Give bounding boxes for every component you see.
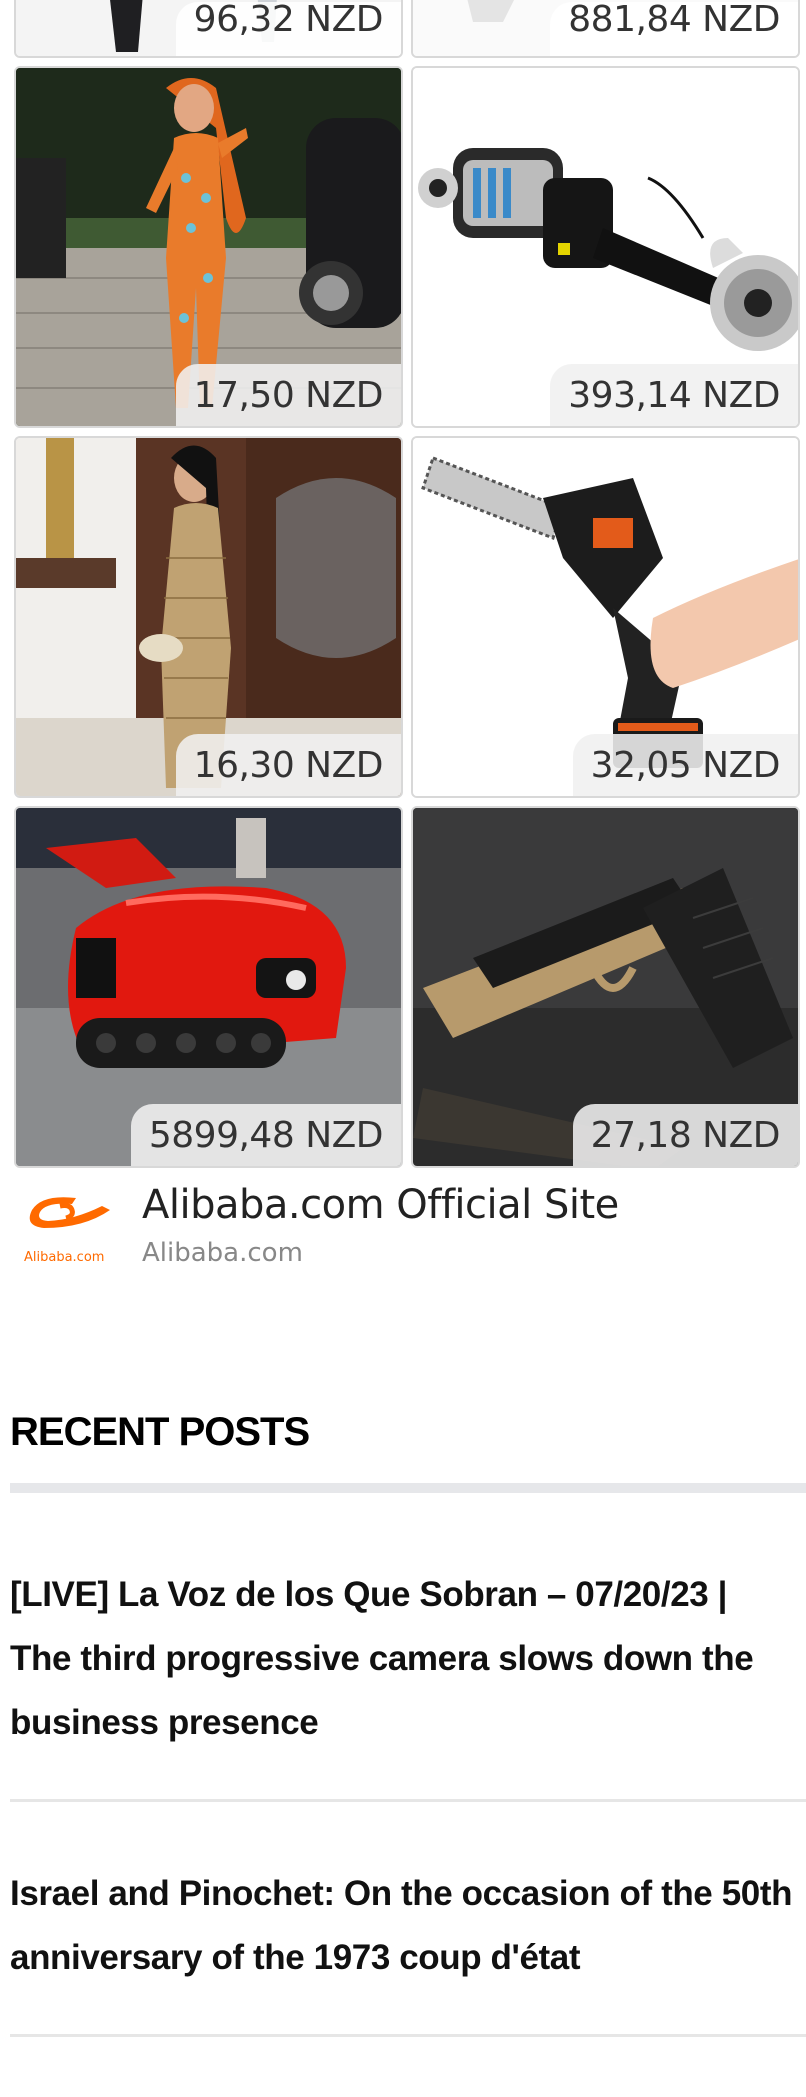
ad-source-domain: Alibaba.com bbox=[142, 1238, 303, 1268]
heading-divider bbox=[10, 1483, 806, 1493]
ad-source[interactable]: Alibaba.com Alibaba.com Official Site Al… bbox=[14, 1180, 800, 1270]
recent-posts-section: RECENT POSTS [LIVE] La Voz de los Que So… bbox=[10, 1410, 806, 2097]
ad-source-title[interactable]: Alibaba.com Official Site bbox=[142, 1182, 619, 1228]
recent-post-link[interactable]: [LIVE] La Voz de los Que Sobran – 07/20/… bbox=[10, 1563, 806, 1755]
price-label: 881,84 NZD bbox=[550, 2, 798, 56]
product-tile[interactable]: 5899,48 NZD bbox=[14, 806, 403, 1168]
alibaba-logo: Alibaba.com bbox=[14, 1180, 124, 1270]
product-tile[interactable]: 27,18 NZD bbox=[411, 806, 800, 1168]
post-divider bbox=[10, 2034, 806, 2037]
alibaba-logo-icon bbox=[29, 1197, 110, 1228]
recent-posts-heading: RECENT POSTS bbox=[10, 1410, 310, 1454]
price-label: 32,05 NZD bbox=[572, 734, 798, 796]
price-label: 16,30 NZD bbox=[175, 734, 401, 796]
ad-row: 16,30 NZD 32,05 NZD bbox=[14, 436, 800, 798]
product-tile[interactable]: 881,84 NZD bbox=[411, 0, 800, 58]
price-label: 27,18 NZD bbox=[572, 1104, 798, 1166]
product-tile[interactable]: 32,05 NZD bbox=[411, 436, 800, 798]
product-tile[interactable]: 96,32 NZD bbox=[14, 0, 403, 58]
product-tile[interactable]: 16,30 NZD bbox=[14, 436, 403, 798]
recent-post-link[interactable]: Israel and Pinochet: On the occasion of … bbox=[10, 1862, 806, 1990]
price-label: 96,32 NZD bbox=[175, 2, 401, 56]
ad-row: 96,32 NZD 881,84 NZD bbox=[14, 0, 800, 58]
product-ad-grid: 96,32 NZD 881,84 NZD 17,50 NZD 393,14 NZ… bbox=[14, 0, 800, 1176]
price-label: 17,50 NZD bbox=[175, 364, 401, 426]
ad-row: 17,50 NZD 393,14 NZD bbox=[14, 66, 800, 428]
ad-source-text: Alibaba.com Official Site Alibaba.com bbox=[142, 1180, 619, 1268]
product-tile[interactable]: 393,14 NZD bbox=[411, 66, 800, 428]
ad-row: 5899,48 NZD 27,18 NZD bbox=[14, 806, 800, 1168]
price-label: 5899,48 NZD bbox=[130, 1104, 401, 1166]
post-divider bbox=[10, 1799, 806, 1802]
price-label: 393,14 NZD bbox=[550, 364, 798, 426]
alibaba-wordmark: Alibaba.com bbox=[24, 1250, 105, 1265]
product-tile[interactable]: 17,50 NZD bbox=[14, 66, 403, 428]
